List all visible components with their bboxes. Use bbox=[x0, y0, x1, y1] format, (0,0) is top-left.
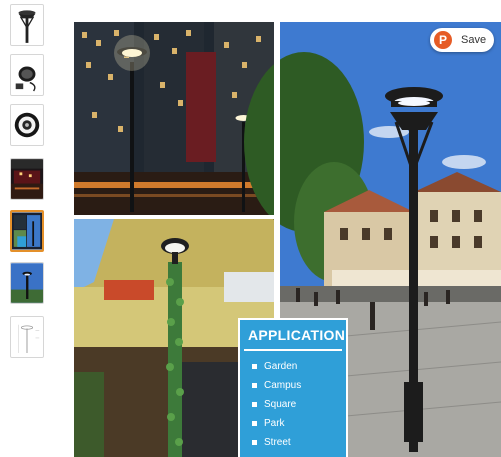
application-item-square: Square bbox=[252, 395, 346, 414]
thumb-lamp-post[interactable] bbox=[10, 4, 44, 46]
application-item-street: Street bbox=[252, 433, 346, 452]
application-item-label: Square bbox=[264, 399, 297, 410]
night-city-photo bbox=[74, 22, 274, 215]
application-item-label: Garden bbox=[264, 361, 298, 372]
application-item-campus: Campus bbox=[252, 376, 346, 395]
thumb-dimension-drawing[interactable] bbox=[10, 316, 44, 358]
square-bullet-icon bbox=[252, 402, 257, 407]
application-item-garden: Garden bbox=[252, 357, 346, 376]
thumb-lamp-sky[interactable] bbox=[10, 262, 44, 304]
application-item-label: Park bbox=[264, 418, 285, 429]
thumb-lamp-top-view[interactable] bbox=[10, 104, 44, 146]
pinterest-save-icon: P bbox=[434, 31, 452, 49]
save-button[interactable]: P Save bbox=[430, 28, 494, 52]
application-divider bbox=[244, 349, 342, 351]
application-item-park: Park bbox=[252, 414, 346, 433]
square-bullet-icon bbox=[252, 440, 257, 445]
application-list: Garden Campus Square Park Street bbox=[252, 357, 346, 452]
main-product-image[interactable]: APPLICATION Garden Campus Square Park St… bbox=[74, 22, 501, 457]
application-item-label: Campus bbox=[264, 380, 302, 391]
thumb-lamp-installed[interactable] bbox=[10, 54, 44, 96]
thumb-night-street[interactable] bbox=[10, 158, 44, 200]
save-button-label: Save bbox=[461, 34, 487, 46]
square-bullet-icon bbox=[252, 421, 257, 426]
thumb-application-collage[interactable] bbox=[10, 210, 44, 252]
application-item-label: Street bbox=[264, 437, 291, 448]
square-bullet-icon bbox=[252, 364, 257, 369]
application-title: APPLICATION bbox=[248, 327, 346, 343]
square-bullet-icon bbox=[252, 383, 257, 388]
application-card: APPLICATION Garden Campus Square Park St… bbox=[238, 318, 348, 457]
